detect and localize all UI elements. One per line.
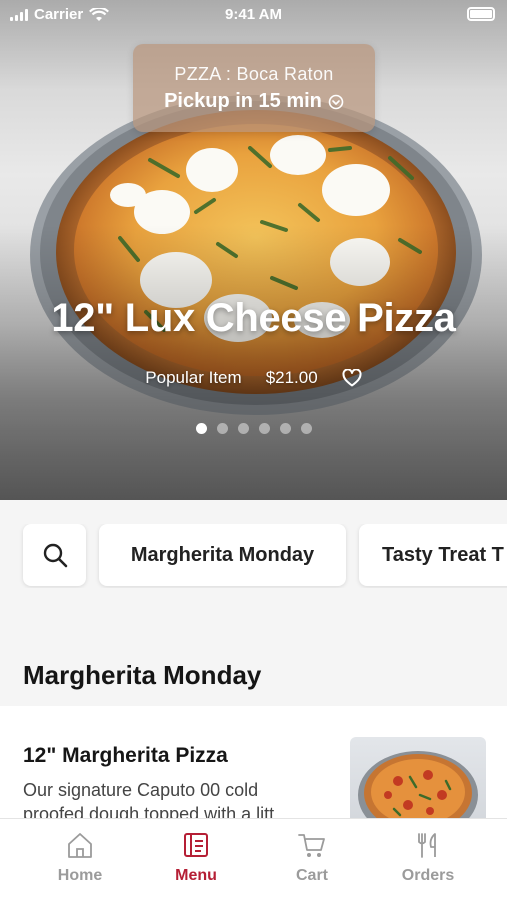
tab-menu[interactable]: Menu bbox=[136, 831, 256, 885]
menu-item-name: 12" Margherita Pizza bbox=[23, 744, 228, 767]
orders-icon bbox=[418, 833, 436, 858]
search-icon bbox=[43, 543, 67, 568]
featured-price: $21.00 bbox=[265, 368, 318, 387]
featured-item-title: 12" Lux Cheese Pizza bbox=[51, 296, 456, 340]
tab-orders[interactable]: Orders bbox=[368, 831, 488, 885]
tab-home[interactable]: Home bbox=[20, 831, 140, 885]
heart-icon[interactable] bbox=[342, 369, 362, 387]
category-filter-row: Margherita Monday Tasty Treat T bbox=[0, 524, 507, 588]
menu-icon bbox=[184, 833, 208, 857]
menu-item-image bbox=[350, 737, 486, 826]
featured-item-meta: Popular Item $21.00 bbox=[0, 368, 507, 388]
location-selector[interactable]: PZZA : Boca Raton Pickup in 15 min bbox=[133, 44, 375, 132]
popular-tag: Popular Item bbox=[145, 368, 242, 387]
section-title: Margherita Monday bbox=[23, 660, 262, 690]
tab-menu-label: Menu bbox=[175, 867, 217, 884]
carousel-dot[interactable] bbox=[258, 423, 270, 434]
pickup-label: Pickup in 15 min bbox=[164, 90, 322, 112]
pickup-time: Pickup in 15 min bbox=[133, 90, 375, 113]
menu-item-card[interactable]: 12" Margherita Pizza Our signature Caput… bbox=[0, 706, 507, 826]
bottom-tab-bar: Home Menu Cart Orders bbox=[0, 818, 507, 900]
tab-cart[interactable]: Cart bbox=[252, 831, 372, 885]
carousel-dot[interactable] bbox=[300, 423, 312, 434]
carousel-dot[interactable] bbox=[195, 423, 207, 434]
carousel-dots[interactable] bbox=[0, 423, 507, 434]
tab-cart-label: Cart bbox=[295, 867, 328, 884]
store-name: PZZA : Boca Raton bbox=[174, 64, 334, 84]
tab-orders-label: Orders bbox=[401, 867, 455, 884]
search-button[interactable] bbox=[23, 524, 86, 586]
carousel-dot[interactable] bbox=[237, 423, 249, 434]
carousel-dot[interactable] bbox=[216, 423, 228, 434]
status-time: 9:41 AM bbox=[225, 6, 282, 23]
tab-home-label: Home bbox=[57, 867, 103, 884]
chevron-down-circle-icon bbox=[328, 94, 344, 109]
battery-icon bbox=[467, 7, 495, 21]
hero-banner[interactable]: Carrier 9:41 AM PZZA : Boca Raton Pickup… bbox=[0, 0, 507, 500]
status-bar: Carrier 9:41 AM bbox=[0, 0, 507, 32]
home-icon bbox=[68, 833, 92, 858]
category-chip-tasty-treat[interactable]: Tasty Treat T bbox=[359, 524, 507, 586]
cart-icon bbox=[298, 834, 325, 857]
carousel-dot[interactable] bbox=[279, 423, 291, 434]
category-chip-margherita-monday[interactable]: Margherita Monday bbox=[99, 524, 346, 586]
